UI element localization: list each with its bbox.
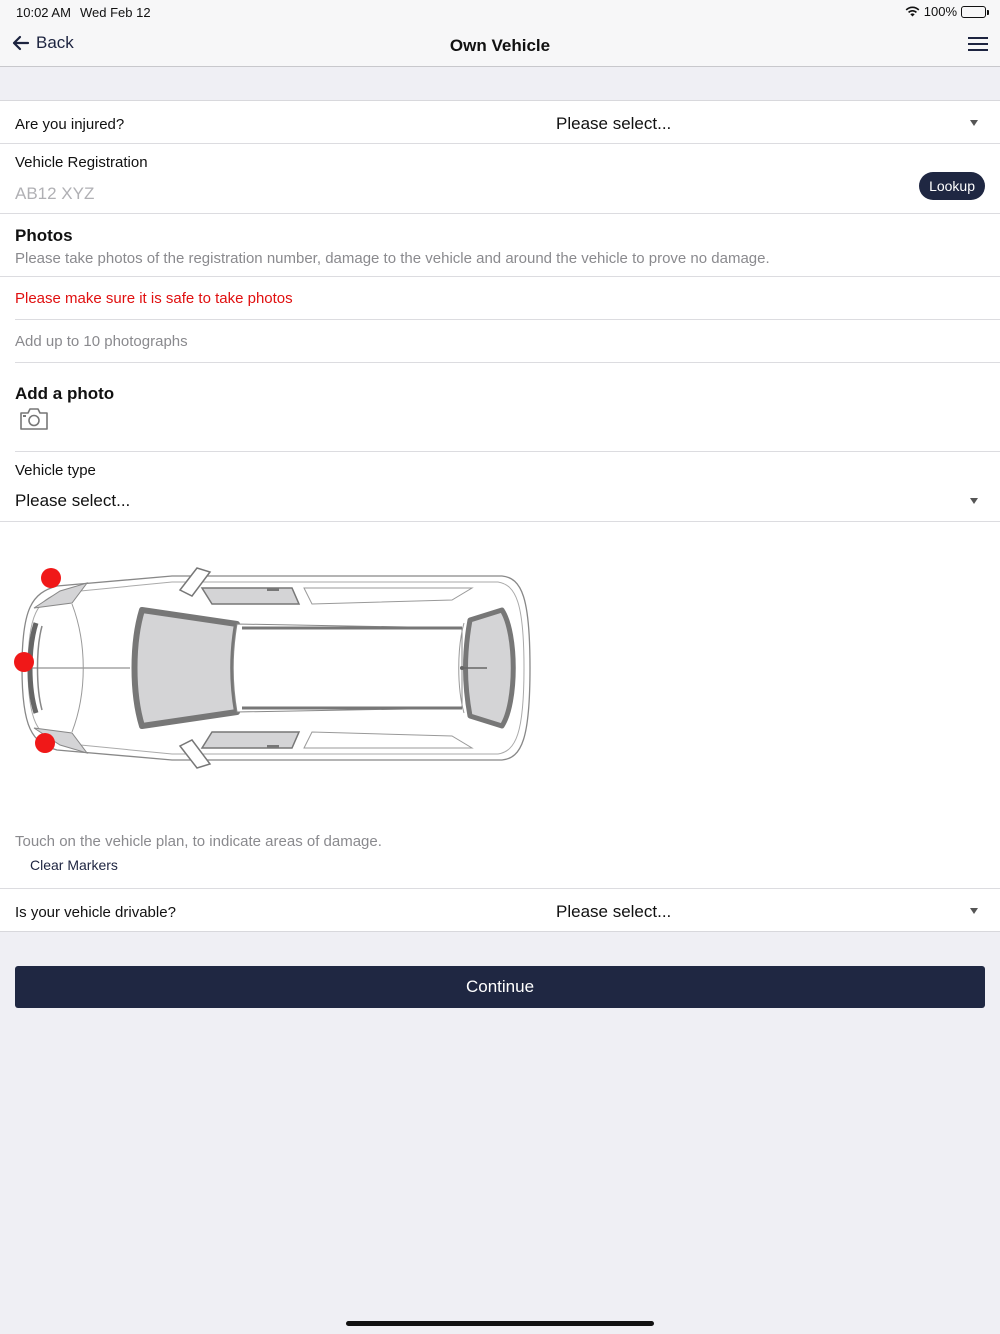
injured-value[interactable]: Please select... [556, 114, 671, 134]
drivable-value[interactable]: Please select... [556, 902, 671, 922]
damage-marker [35, 733, 55, 753]
injured-label: Are you injured? [15, 116, 125, 133]
home-indicator[interactable] [346, 1321, 654, 1326]
registration-label: Vehicle Registration [15, 154, 148, 171]
camera-icon[interactable] [19, 407, 49, 436]
status-time: 10:02 AM [16, 5, 71, 20]
add-photo-row[interactable]: Add a photo [15, 363, 1000, 452]
vehicle-plan-section: Touch on the vehicle plan, to indicate a… [0, 522, 1000, 889]
status-right: 100% [905, 4, 989, 19]
chevron-down-icon [970, 908, 978, 914]
status-date: Wed Feb 12 [80, 5, 151, 20]
drivable-label: Is your vehicle drivable? [15, 904, 176, 921]
own-vehicle-form: Are you injured? Please select... Vehicl… [0, 100, 1000, 932]
navigation-bar: Back Own Vehicle [0, 24, 1000, 67]
photos-description: Please take photos of the registration n… [15, 250, 770, 267]
lookup-button[interactable]: Lookup [919, 172, 985, 200]
injured-select[interactable]: Are you injured? Please select... [0, 101, 1000, 144]
photos-warning: Please make sure it is safe to take phot… [15, 290, 293, 307]
hamburger-menu-icon [968, 37, 988, 51]
photos-heading: Photos [15, 226, 73, 245]
chevron-down-icon [970, 120, 978, 126]
registration-input[interactable] [15, 184, 895, 204]
photos-limit-row: Add up to 10 photographs [15, 320, 1000, 363]
continue-button[interactable]: Continue [15, 966, 985, 1008]
photos-warning-row: Please make sure it is safe to take phot… [15, 277, 1000, 320]
vehicle-type-label: Vehicle type [15, 462, 96, 479]
status-bar: 10:02 AM Wed Feb 12 100% [0, 0, 1000, 24]
menu-button[interactable] [968, 37, 988, 56]
battery-percent: 100% [923, 4, 957, 19]
page-title: Own Vehicle [449, 36, 551, 55]
photos-section: Photos Please take photos of the registr… [0, 214, 1000, 277]
clear-markers-button[interactable]: Clear Markers [30, 857, 118, 873]
vehicle-type-value[interactable]: Please select... [15, 491, 130, 511]
wifi-icon [905, 6, 920, 17]
add-photo-heading: Add a photo [15, 384, 115, 403]
battery-icon [961, 5, 989, 18]
registration-row: Vehicle Registration Lookup [0, 144, 1000, 214]
drivable-select[interactable]: Is your vehicle drivable? Please select.… [0, 889, 1000, 932]
damage-marker [41, 568, 61, 588]
damage-marker [14, 652, 34, 672]
photos-limit: Add up to 10 photographs [15, 333, 188, 350]
vehicle-plan-hint: Touch on the vehicle plan, to indicate a… [15, 833, 382, 850]
vehicle-plan[interactable] [12, 548, 537, 788]
vehicle-type-select[interactable]: Vehicle type Please select... [0, 452, 1000, 522]
chevron-down-icon [970, 498, 978, 504]
